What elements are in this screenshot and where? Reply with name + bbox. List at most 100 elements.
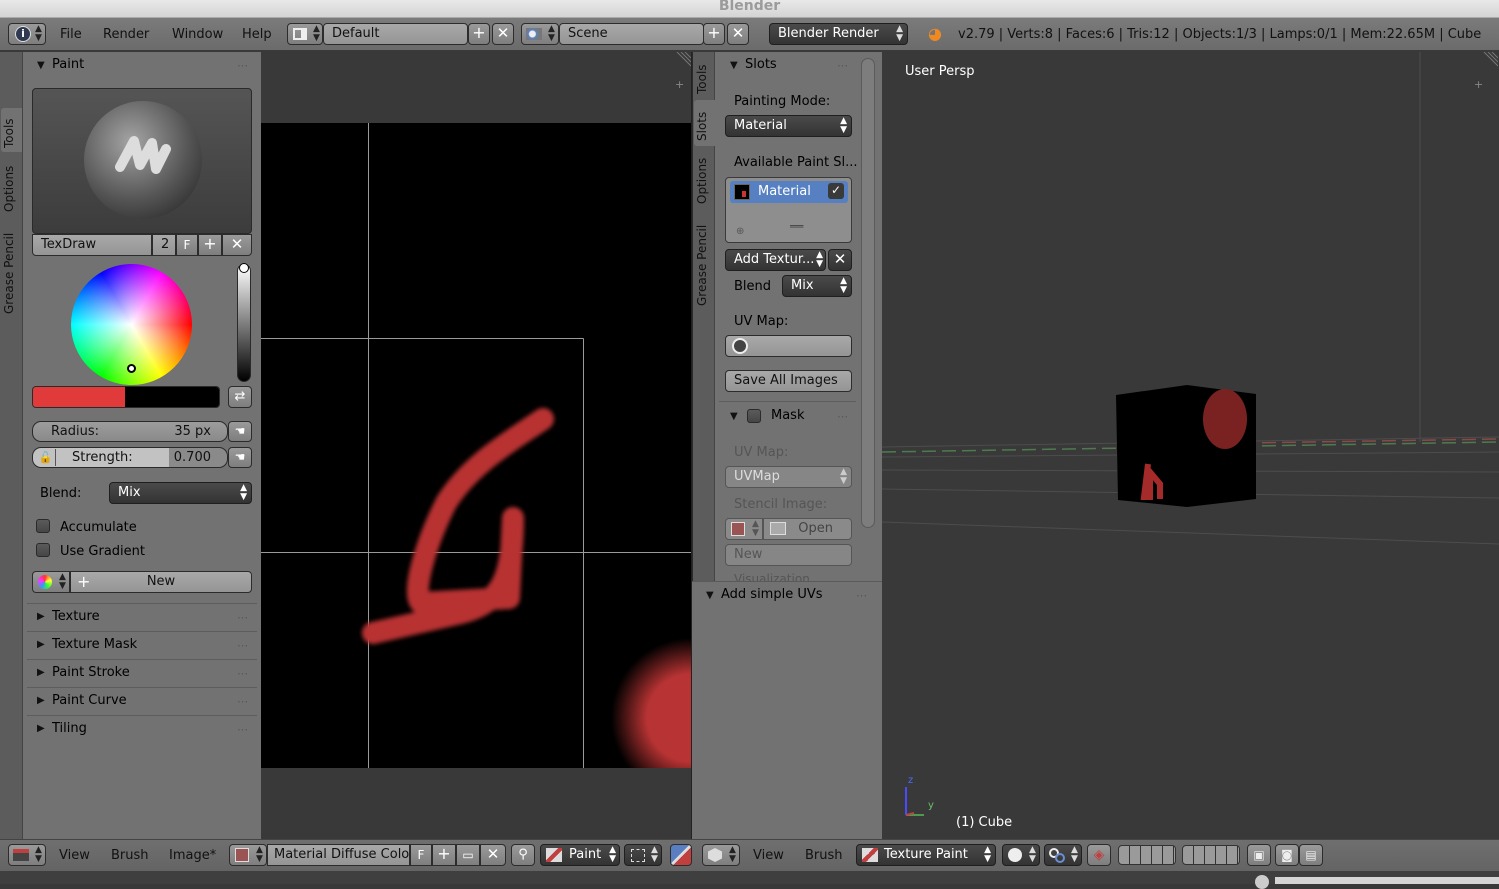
lock-icon[interactable]: 🔓 [36,449,56,466]
image-menu-view[interactable]: View [59,848,90,863]
image-editor-type-selector[interactable]: ▲ ▼ [8,844,46,866]
mask-panel-title[interactable]: Mask [771,408,804,423]
strength-pressure-icon[interactable]: ☚ [228,447,252,468]
panel-drag-handle[interactable]: ⋯ [837,59,848,72]
color-wheel[interactable] [71,264,192,385]
color-swatch-pair[interactable] [32,386,220,408]
paint-slot-list[interactable]: Material ✓ ⊕ ══ [725,177,852,243]
viewport-menu-view[interactable]: View [753,848,784,863]
painting-mode-select[interactable]: Material ▲ ▼ [725,115,852,137]
panel-drag-handle[interactable]: ⋯ [856,589,867,602]
add-texture-select[interactable]: Add Textur... ▲ ▼ [725,249,826,271]
add-brush-icon[interactable]: + [198,234,222,256]
panel-expanded-icon[interactable]: ▼ [37,60,45,71]
image-browse-selector[interactable]: ▲ ▼ [229,844,267,866]
pivot-point-select[interactable]: ▲ ▼ [1044,844,1082,866]
add-screen-icon[interactable]: + [468,23,490,45]
vp-tab-tools[interactable]: Tools [695,64,714,108]
panel-drag-handle[interactable]: ⋯ [237,723,248,736]
add-simple-uvs-title[interactable]: Add simple UVs [721,587,823,602]
panel-drag-handle[interactable]: ⋯ [237,59,248,72]
list-filter-icon[interactable]: ⊕ [736,226,744,237]
pivot-selector[interactable]: ▲ ▼ [624,844,662,866]
value-slider-handle[interactable] [239,263,249,273]
panel-drag-handle[interactable]: ⋯ [237,667,248,680]
interaction-mode-select[interactable]: Texture Paint ▲ ▼ [856,844,996,866]
painted-image[interactable] [261,123,692,768]
render-animation-icon[interactable]: ▤ [1299,844,1323,866]
blend-mode-select[interactable]: Mix ▲ ▼ [109,482,252,504]
paint-slot-item-material[interactable]: Material ✓ [730,181,848,203]
stencil-image-selector[interactable]: ▲ ▼ [725,518,763,540]
open-image-folder-icon[interactable]: ▭ [456,844,480,866]
remove-scene-icon[interactable]: ✕ [727,23,749,45]
viewport-menu-brush[interactable]: Brush [805,848,843,863]
screen-layout-selector[interactable]: ▲ ▼ [287,23,323,45]
panel-drag-handle[interactable]: ⋯ [237,639,248,652]
accumulate-checkbox[interactable] [36,519,50,533]
pin-icon[interactable]: ⚲ [511,844,535,866]
panel-expanded-icon[interactable]: ▼ [706,590,714,601]
save-all-images-button[interactable]: Save All Images [725,370,852,392]
paint-curve-panel-header[interactable]: ▶ Paint Curve ⋯ [27,687,257,713]
tiling-panel-header[interactable]: ▶ Tiling ⋯ [27,715,257,741]
editor-type-info-button[interactable]: i ▲ ▼ [8,23,46,45]
radius-slider[interactable]: Radius: 35 px [32,421,228,442]
slot-checkbox-checked-icon[interactable]: ✓ [828,183,844,199]
add-scene-icon[interactable]: + [703,23,725,45]
area-corner-handle[interactable] [1480,52,1498,70]
list-resize-grip[interactable]: ══ [790,221,803,232]
image-name-field[interactable]: Material Diffuse Color [267,844,410,866]
panel-drag-handle[interactable]: ⋯ [237,695,248,708]
image-fake-user-button[interactable]: F [410,844,432,866]
brush-name-field[interactable]: TexDraw [32,234,152,256]
palette-selector[interactable]: ▲ ▼ [32,571,70,593]
new-palette-button[interactable]: + New [70,571,252,593]
image-menu-brush[interactable]: Brush [111,848,149,863]
uv-map-field[interactable] [725,335,852,357]
vp-tab-options[interactable]: Options [695,158,714,218]
primary-color-swatch[interactable] [33,387,125,407]
tab-tools[interactable]: Tools [2,118,21,162]
panel-drag-handle[interactable]: ⋯ [837,410,848,423]
menu-file[interactable]: File [60,27,82,42]
scrollbar-track[interactable] [1275,877,1499,884]
panel-drag-handle[interactable]: ⋯ [237,611,248,624]
remove-texture-icon[interactable]: ✕ [828,249,852,271]
remove-screen-icon[interactable]: ✕ [492,23,514,45]
stencil-new-button[interactable]: New [725,544,852,566]
slots-panel-title[interactable]: Slots [745,57,777,72]
render-engine-selector[interactable]: Blender Render ▲ ▼ [769,23,908,45]
viewport-editor-type-selector[interactable]: ▲ ▼ [702,844,740,866]
viewport-shading-select[interactable]: ▲ ▼ [1002,844,1040,866]
texture-mask-panel-header[interactable]: ▶ Texture Mask ⋯ [27,631,257,657]
value-slider[interactable] [237,263,251,382]
paint-stroke-panel-header[interactable]: ▶ Paint Stroke ⋯ [27,659,257,685]
menu-help[interactable]: Help [242,27,272,42]
vp-tab-slots[interactable]: Slots [695,112,714,155]
swap-colors-icon[interactable]: ⇄ [228,386,252,408]
paint-panel-title[interactable]: Paint [52,57,84,72]
panel-expanded-icon[interactable]: ▼ [730,60,738,71]
scene-selector[interactable]: ▲ ▼ [521,23,559,45]
face-mask-icon[interactable]: ◈ [1087,844,1111,866]
remove-brush-icon[interactable]: ✕ [222,234,252,256]
vp-tab-grease-pencil[interactable]: Grease Pencil [695,225,714,320]
color-wheel-cursor[interactable] [127,364,136,373]
region-expand-icon[interactable]: + [1474,78,1483,91]
menu-render[interactable]: Render [103,27,149,42]
brush-users-count[interactable]: 2 [152,234,176,256]
menu-window[interactable]: Window [172,27,223,42]
brush-fake-user-button[interactable]: F [176,234,198,256]
use-gradient-checkbox[interactable] [36,543,50,557]
region-expand-icon[interactable]: + [675,78,684,91]
lock-camera-layers-icon[interactable]: ▣ [1247,844,1271,866]
new-image-icon[interactable]: + [432,844,456,866]
tab-options[interactable]: Options [2,166,21,226]
image-mode-select[interactable]: Paint ▲ ▼ [540,844,620,866]
3d-viewport[interactable]: User Persp z y (1) Cube + [882,52,1499,839]
area-corner-handle[interactable] [673,52,691,70]
texture-panel-header[interactable]: ▶ Texture ⋯ [27,603,257,629]
scrollbar-handle[interactable] [1255,875,1269,889]
screen-layout-name[interactable]: Default [323,23,468,45]
